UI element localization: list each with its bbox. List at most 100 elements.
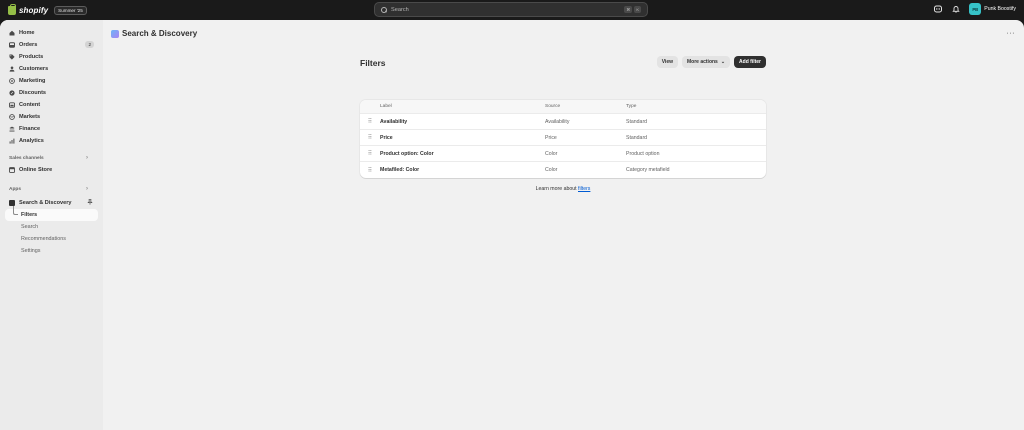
content-icon — [9, 102, 15, 108]
apps-header[interactable]: Apps › — [5, 183, 98, 195]
chevron-right-icon: › — [86, 155, 88, 161]
sidebar-item-label: Home — [19, 30, 35, 36]
search-discovery-logo-icon — [111, 29, 119, 38]
tag-icon — [9, 54, 15, 60]
discount-icon — [9, 90, 15, 96]
more-options-icon[interactable]: ··· — [1007, 30, 1016, 37]
brand-name: shopify — [19, 5, 49, 15]
sidebar-item-discounts[interactable]: Discounts — [5, 87, 98, 99]
filter-label: Product option: Color — [380, 150, 434, 157]
avatar[interactable]: PB — [969, 3, 982, 15]
sidebar-item-markets[interactable]: Markets — [5, 111, 98, 123]
filter-source: Color — [545, 167, 558, 173]
sidebar-item-orders[interactable]: Orders 2 — [5, 39, 98, 51]
chevron-right-icon: › — [86, 186, 88, 192]
sidebar-item-label: Analytics — [19, 138, 44, 144]
filters-help-link[interactable]: filters — [578, 186, 590, 192]
main-content: Search & Discovery ··· Filters View More… — [103, 20, 1024, 430]
filter-type: Category metafield — [626, 167, 670, 173]
learn-more-text: Learn more about filters — [360, 186, 766, 192]
store-icon — [9, 167, 15, 173]
sidebar-item-label: Search & Discovery — [19, 200, 72, 206]
sidebar-item-products[interactable]: Products — [5, 51, 98, 63]
sidebar-subitem-recommendations[interactable]: Recommendations — [5, 233, 98, 245]
sales-channels-header[interactable]: Sales channels › — [5, 152, 98, 164]
target-icon — [9, 78, 15, 84]
drag-handle-icon[interactable]: ⠿ — [360, 150, 380, 157]
sidebar: Home Orders 2 Products Customers Marketi… — [0, 20, 103, 430]
sidebar-item-label: Products — [19, 54, 44, 60]
bank-icon — [9, 126, 15, 132]
shopify-logo[interactable]: shopify — [8, 3, 49, 15]
sidebar-subitem-label: Filters — [21, 212, 38, 218]
drag-handle-icon[interactable]: ⠿ — [360, 134, 380, 141]
table-row[interactable]: ⠿ Metafiled: Color Color Category metafi… — [360, 162, 766, 178]
table-header: Label Source Type — [360, 100, 766, 114]
sidebar-item-label: Content — [19, 102, 41, 108]
page-actions: View More actions ⌄ Add filter — [653, 56, 766, 68]
column-header-label[interactable]: Label — [380, 104, 545, 109]
sidebar-item-analytics[interactable]: Analytics — [5, 135, 98, 147]
section-label: Apps — [9, 186, 21, 192]
sidebar-item-search-discovery[interactable]: Search & Discovery — [5, 197, 98, 209]
filter-source: Color — [545, 150, 558, 157]
filter-source: Availability — [545, 118, 570, 125]
shopify-bag-icon — [8, 3, 16, 15]
sidebar-item-online-store[interactable]: Online Store — [5, 164, 98, 176]
section-label: Sales channels — [9, 155, 44, 161]
column-header-type[interactable]: Type — [626, 104, 766, 109]
sidebar-item-marketing[interactable]: Marketing — [5, 75, 98, 87]
table-row[interactable]: ⠿ Product option: Color Color Product op… — [360, 146, 766, 162]
filters-table-card: Label Source Type ⠿ Availability Availab… — [360, 100, 766, 178]
app-title: Search & Discovery — [122, 29, 198, 38]
store-name[interactable]: Punk Boostify — [984, 6, 1016, 12]
sidebar-item-label: Orders — [19, 42, 38, 48]
search-placeholder[interactable]: Search — [391, 7, 624, 13]
top-right-controls: PB Punk Boostify — [933, 3, 1016, 15]
sidebar-subitem-settings[interactable]: Settings — [5, 245, 98, 257]
table-row[interactable]: ⠿ Availability Availability Standard — [360, 114, 766, 130]
drag-handle-icon[interactable]: ⠿ — [360, 167, 380, 174]
table-row[interactable]: ⠿ Price Price Standard — [360, 130, 766, 146]
filter-type: Standard — [626, 118, 648, 125]
admin-frame: Home Orders 2 Products Customers Marketi… — [0, 20, 1024, 430]
learn-more-prefix: Learn more about — [535, 186, 578, 192]
sidebar-item-label: Discounts — [19, 90, 47, 96]
sidebar-item-content[interactable]: Content — [5, 99, 98, 111]
edition-badge[interactable]: Summer '25 — [54, 5, 87, 15]
sidebar-subitem-label: Search — [21, 224, 39, 230]
pin-icon[interactable] — [87, 199, 93, 207]
bell-icon[interactable] — [951, 5, 960, 14]
filter-type: Standard — [626, 134, 648, 141]
add-filter-label: Add filter — [739, 59, 761, 65]
app-header: Search & Discovery — [111, 29, 197, 38]
chart-icon — [9, 138, 15, 144]
sidebar-subitem-filters[interactable]: Filters — [5, 206, 98, 221]
sidebar-item-label: Online Store — [19, 167, 53, 173]
sidebar-item-label: Markets — [19, 114, 41, 120]
view-button[interactable]: View — [656, 56, 678, 68]
sidebar-subitem-label: Recommendations — [21, 236, 66, 242]
sidebar-item-home[interactable]: Home — [5, 27, 98, 39]
add-filter-button[interactable]: Add filter — [734, 56, 766, 68]
global-search[interactable]: Search ⌘ K — [374, 2, 648, 17]
more-actions-label: More actions — [687, 59, 718, 65]
sidebar-subitem-search[interactable]: Search — [5, 221, 98, 233]
filter-label: Availability — [380, 118, 408, 125]
person-icon — [9, 66, 15, 72]
orders-count-badge: 2 — [85, 41, 94, 48]
filter-label: Metafiled: Color — [380, 167, 420, 173]
drag-handle-icon[interactable]: ⠿ — [360, 118, 380, 125]
shortcut-key-k: K — [634, 6, 641, 13]
view-button-label: View — [661, 59, 673, 65]
column-header-source[interactable]: Source — [545, 104, 626, 109]
top-bar: shopify Summer '25 Search ⌘ K PB Punk Bo… — [0, 0, 1024, 20]
orders-icon — [9, 42, 15, 48]
sidebar-item-label: Customers — [19, 66, 49, 72]
sidebar-item-finance[interactable]: Finance — [5, 123, 98, 135]
filter-type: Product option — [626, 150, 660, 157]
more-actions-button[interactable]: More actions ⌄ — [682, 56, 731, 68]
sidebar-item-customers[interactable]: Customers — [5, 63, 98, 75]
sidekick-icon[interactable] — [933, 5, 942, 14]
